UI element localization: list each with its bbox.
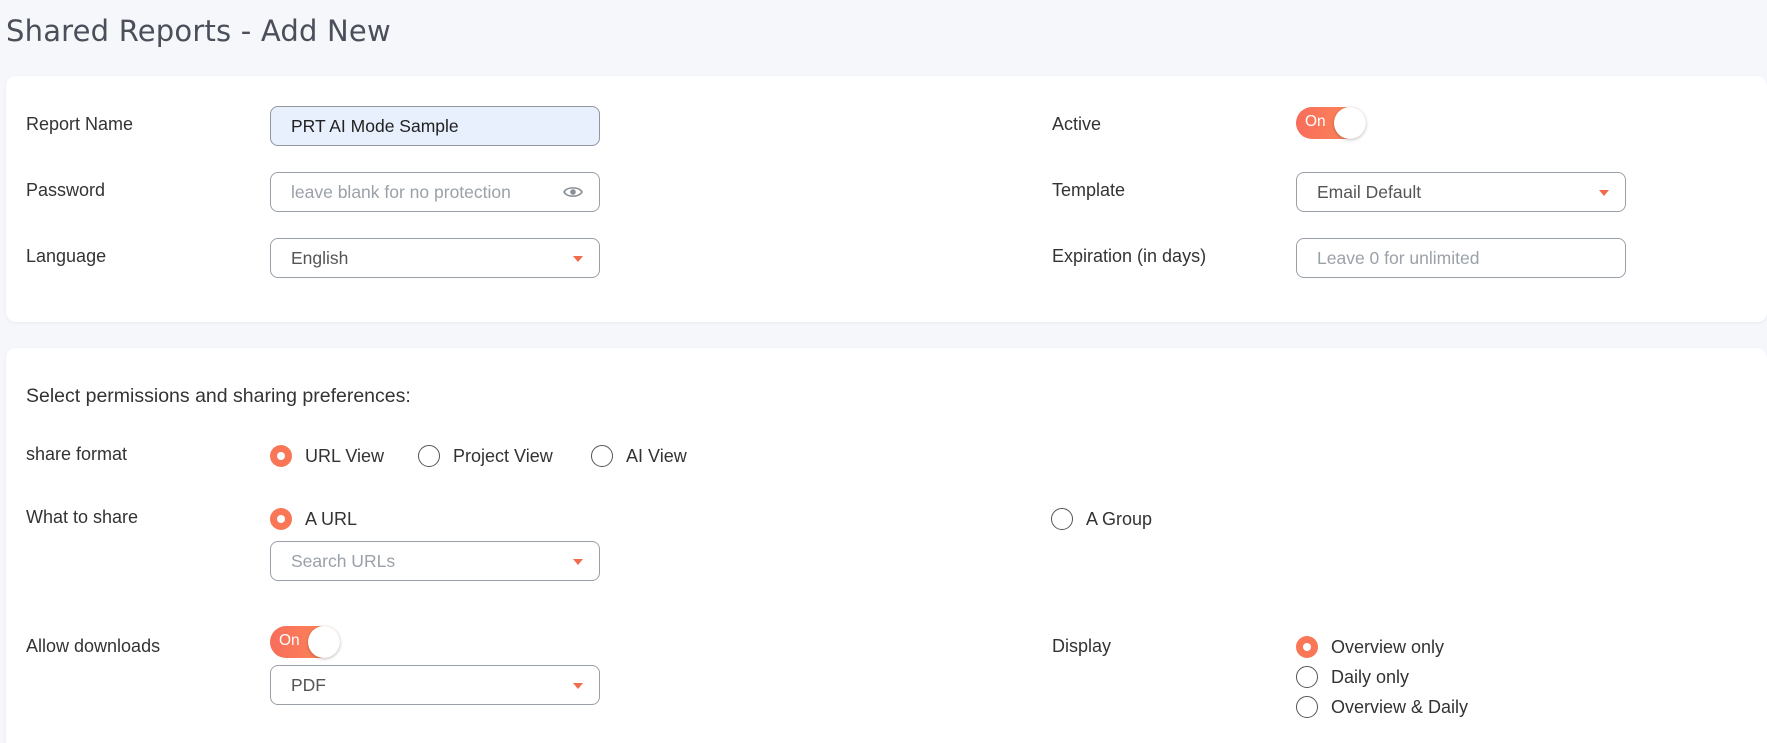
page-title: Shared Reports - Add New: [6, 14, 391, 48]
password-label: Password: [26, 180, 106, 200]
share-format-label: share format: [26, 444, 128, 464]
active-toggle[interactable]: On: [1296, 107, 1366, 139]
download-format-value: PDF: [291, 674, 326, 695]
allow-downloads-toggle-text: On: [279, 632, 300, 649]
template-value: Email Default: [1317, 181, 1422, 202]
radio-indicator: [591, 445, 613, 467]
allow-downloads-label: Allow downloads: [26, 636, 161, 656]
search-urls-placeholder: Search URLs: [291, 550, 396, 571]
radio-project-view[interactable]: Project View: [418, 445, 553, 467]
what-to-share-label: What to share: [26, 507, 139, 527]
language-label: Language: [26, 246, 107, 266]
password-placeholder: leave blank for no protection: [291, 181, 511, 202]
eye-icon[interactable]: [563, 184, 583, 200]
active-label: Active: [1052, 114, 1102, 134]
expiration-input[interactable]: Leave 0 for unlimited: [1296, 238, 1626, 278]
active-toggle-text: On: [1305, 113, 1326, 130]
radio-url-view[interactable]: URL View: [270, 445, 384, 467]
radio-indicator: [418, 445, 440, 467]
radio-project-view-label: Project View: [453, 445, 553, 466]
radio-a-group-label: A Group: [1086, 508, 1153, 529]
radio-daily-only[interactable]: Daily only: [1296, 666, 1409, 688]
radio-url-view-label: URL View: [305, 445, 385, 466]
radio-overview-only[interactable]: Overview only: [1296, 636, 1444, 658]
radio-overview-daily[interactable]: Overview & Daily: [1296, 696, 1468, 718]
report-name-label: Report Name: [26, 114, 134, 134]
radio-ai-view-label: AI View: [626, 445, 687, 466]
toggle-knob: [308, 626, 340, 658]
search-urls-select[interactable]: Search URLs: [270, 541, 600, 581]
chevron-down-icon: [573, 683, 583, 689]
expiration-label: Expiration (in days): [1052, 246, 1207, 266]
report-name-input[interactable]: PRT AI Mode Sample: [270, 106, 600, 146]
password-input[interactable]: leave blank for no protection: [270, 172, 600, 212]
chevron-down-icon: [573, 559, 583, 565]
language-value: English: [291, 247, 349, 268]
radio-indicator: [1051, 508, 1073, 530]
radio-a-url-label: A URL: [305, 508, 358, 529]
radio-indicator-selected: [1296, 636, 1318, 658]
template-select[interactable]: Email Default: [1296, 172, 1626, 212]
radio-ai-view[interactable]: AI View: [591, 445, 687, 467]
expiration-placeholder: Leave 0 for unlimited: [1317, 247, 1480, 268]
radio-indicator-selected: [270, 445, 292, 467]
download-format-select[interactable]: PDF: [270, 665, 600, 705]
radio-a-url[interactable]: A URL: [270, 508, 357, 530]
chevron-down-icon: [1599, 190, 1609, 196]
radio-daily-only-label: Daily only: [1331, 666, 1410, 687]
radio-a-group[interactable]: A Group: [1051, 508, 1152, 530]
report-name-value: PRT AI Mode Sample: [291, 115, 459, 136]
display-label: Display: [1052, 636, 1112, 656]
toggle-knob: [1334, 107, 1366, 139]
chevron-down-icon: [573, 256, 583, 262]
template-label: Template: [1052, 180, 1126, 200]
radio-indicator: [1296, 666, 1318, 688]
radio-indicator: [1296, 696, 1318, 718]
permissions-heading: Select permissions and sharing preferenc…: [26, 385, 411, 407]
radio-indicator-selected: [270, 508, 292, 530]
radio-overview-daily-label: Overview & Daily: [1331, 696, 1469, 717]
radio-overview-only-label: Overview only: [1331, 636, 1445, 657]
allow-downloads-toggle[interactable]: On: [270, 626, 340, 658]
language-select[interactable]: English: [270, 238, 600, 278]
